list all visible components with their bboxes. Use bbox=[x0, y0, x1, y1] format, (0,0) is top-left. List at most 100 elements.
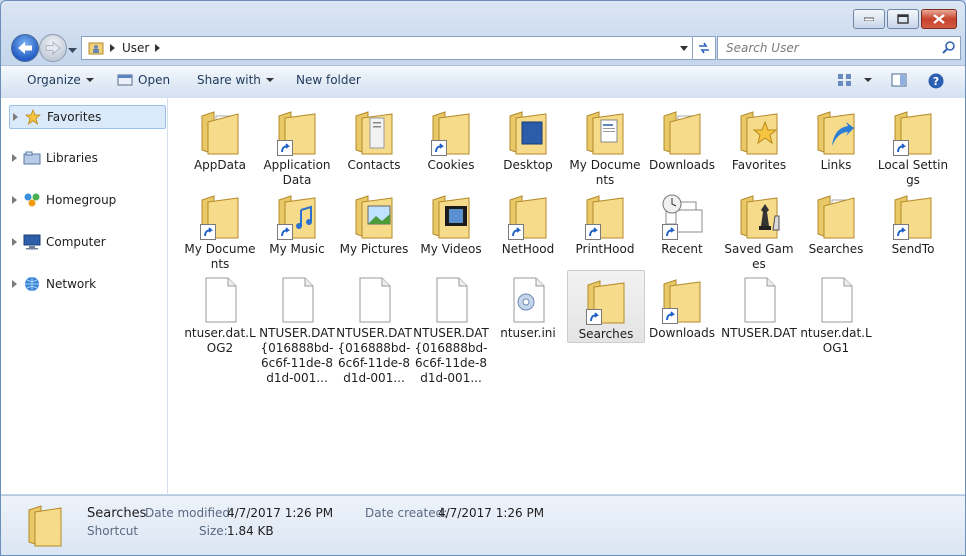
breadcrumb-user[interactable]: User bbox=[122, 41, 149, 55]
file-icon bbox=[744, 277, 776, 323]
file-item[interactable]: Links bbox=[798, 102, 874, 173]
file-item[interactable]: NTUSER.DAT{016888bd-6c6f-11de-8d1d-001..… bbox=[336, 270, 412, 386]
file-item[interactable]: Searches bbox=[798, 186, 874, 257]
file-item[interactable]: Cookies bbox=[413, 102, 489, 173]
change-view-button[interactable] bbox=[837, 73, 872, 87]
nav-item-libraries[interactable]: Libraries bbox=[9, 147, 165, 169]
file-item-label: SendTo bbox=[891, 242, 935, 256]
file-item[interactable]: Contacts bbox=[336, 102, 412, 173]
file-item-icon-wrap bbox=[889, 192, 937, 240]
nav-item-label: Computer bbox=[46, 235, 106, 249]
file-item[interactable]: Local Settings bbox=[875, 102, 951, 188]
file-item[interactable]: ntuser.dat.LOG2 bbox=[182, 270, 258, 356]
organize-button[interactable]: Organize bbox=[27, 73, 94, 87]
breadcrumb-separator-icon[interactable] bbox=[155, 44, 161, 52]
file-item-icon-wrap bbox=[812, 192, 860, 240]
search-box bbox=[717, 36, 961, 60]
shortcut-arrow-icon bbox=[277, 224, 293, 240]
address-bar[interactable]: User bbox=[81, 36, 693, 60]
file-item-label: Contacts bbox=[347, 158, 401, 172]
file-item[interactable]: My Music bbox=[259, 186, 335, 257]
file-item[interactable]: My Pictures bbox=[336, 186, 412, 257]
expand-arrow-icon[interactable] bbox=[12, 238, 17, 246]
file-item[interactable]: PrintHood bbox=[567, 186, 643, 257]
file-item[interactable]: ntuser.ini bbox=[490, 270, 566, 341]
nav-item-computer[interactable]: Computer bbox=[9, 231, 165, 253]
file-item[interactable]: Downloads bbox=[644, 102, 720, 173]
shortcut-arrow-icon bbox=[585, 224, 601, 240]
help-icon: ? bbox=[928, 73, 944, 89]
file-item[interactable]: Searches bbox=[567, 270, 645, 343]
file-item-icon-wrap bbox=[581, 108, 629, 156]
star-icon bbox=[25, 109, 41, 125]
file-item-label: Downloads bbox=[649, 158, 715, 172]
caret-down-icon bbox=[265, 78, 274, 82]
help-button[interactable]: ? bbox=[928, 73, 944, 89]
maximize-button[interactable] bbox=[887, 9, 919, 29]
details-name: Searches bbox=[87, 506, 147, 521]
shortcut-arrow-icon bbox=[431, 140, 447, 156]
file-item[interactable]: Favorites bbox=[721, 102, 797, 173]
file-item-icon-wrap bbox=[196, 276, 244, 324]
file-item[interactable]: Recent bbox=[644, 186, 720, 257]
search-input[interactable] bbox=[724, 40, 938, 56]
file-item[interactable]: Downloads bbox=[644, 270, 720, 341]
file-item[interactable]: Desktop bbox=[490, 102, 566, 173]
file-item[interactable]: My Documents bbox=[567, 102, 643, 188]
refresh-button[interactable] bbox=[693, 36, 716, 60]
maximize-icon bbox=[897, 14, 909, 24]
recent-pages-dropdown[interactable] bbox=[68, 43, 77, 57]
file-item[interactable]: NTUSER.DAT{016888bd-6c6f-11de-8d1d-001..… bbox=[413, 270, 489, 386]
file-item[interactable]: ntuser.dat.LOG1 bbox=[798, 270, 874, 356]
expand-arrow-icon[interactable] bbox=[13, 113, 18, 121]
file-item[interactable]: Application Data bbox=[259, 102, 335, 188]
file-item-icon-wrap bbox=[350, 192, 398, 240]
file-item-icon-wrap bbox=[889, 108, 937, 156]
file-item-label: ntuser.ini bbox=[500, 326, 556, 340]
forward-button[interactable] bbox=[39, 34, 67, 62]
search-icon[interactable] bbox=[938, 40, 960, 56]
details-size-label: Size: bbox=[199, 524, 228, 538]
caret-down-icon bbox=[85, 78, 94, 82]
address-dropdown[interactable] bbox=[676, 37, 692, 59]
navigation-pane: Favorites Libraries Homegroup Computer N… bbox=[1, 98, 168, 494]
close-icon bbox=[933, 14, 945, 24]
file-item[interactable]: NTUSER.DAT{016888bd-6c6f-11de-8d1d-001..… bbox=[259, 270, 335, 386]
shortcut-arrow-icon bbox=[662, 224, 678, 240]
file-item-icon-wrap bbox=[735, 276, 783, 324]
file-item[interactable]: AppData bbox=[182, 102, 258, 173]
minimize-button[interactable] bbox=[853, 9, 885, 29]
share-with-button[interactable]: Share with bbox=[197, 73, 274, 87]
nav-item-network[interactable]: Network bbox=[9, 273, 165, 295]
file-item-label: Recent bbox=[661, 242, 703, 256]
expand-arrow-icon[interactable] bbox=[12, 280, 17, 288]
file-item-label: My Documents bbox=[184, 242, 256, 271]
preview-pane-icon bbox=[891, 73, 907, 87]
close-button[interactable] bbox=[921, 9, 957, 29]
file-item[interactable]: Saved Games bbox=[721, 186, 797, 272]
preview-pane-button[interactable] bbox=[891, 73, 907, 87]
file-item[interactable]: NTUSER.DAT bbox=[721, 270, 797, 341]
open-button[interactable]: Open bbox=[117, 73, 170, 87]
file-item-label: Links bbox=[820, 158, 852, 172]
chevron-down-icon bbox=[68, 48, 77, 53]
expand-arrow-icon[interactable] bbox=[12, 154, 17, 162]
file-item[interactable]: My Videos bbox=[413, 186, 489, 257]
file-item[interactable]: NetHood bbox=[490, 186, 566, 257]
folder-icon bbox=[432, 195, 470, 239]
file-item-icon-wrap bbox=[504, 276, 552, 324]
file-item-icon-wrap bbox=[273, 108, 321, 156]
explorer-window: User Organize Open Share with bbox=[0, 0, 966, 556]
back-button[interactable] bbox=[11, 34, 39, 62]
nav-item-favorites[interactable]: Favorites bbox=[9, 105, 166, 129]
nav-item-homegroup[interactable]: Homegroup bbox=[9, 189, 165, 211]
new-folder-button[interactable]: New folder bbox=[296, 73, 361, 87]
file-item[interactable]: SendTo bbox=[875, 186, 951, 257]
file-item-icon-wrap bbox=[196, 192, 244, 240]
file-item[interactable]: My Documents bbox=[182, 186, 258, 272]
folder-icon bbox=[817, 195, 855, 239]
expand-arrow-icon[interactable] bbox=[12, 196, 17, 204]
libraries-icon bbox=[23, 151, 41, 165]
file-item-label: PrintHood bbox=[575, 242, 635, 256]
file-icon bbox=[821, 277, 853, 323]
